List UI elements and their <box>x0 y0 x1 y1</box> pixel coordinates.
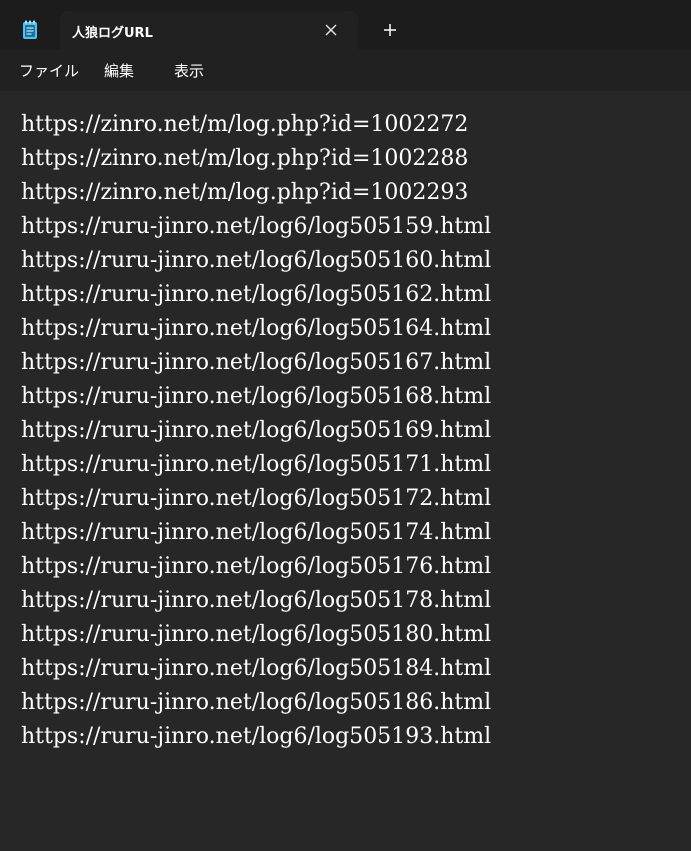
text-line: https://ruru-jinro.net/log6/log505178.ht… <box>21 588 492 613</box>
text-line: https://ruru-jinro.net/log6/log505168.ht… <box>21 384 492 409</box>
menu-edit[interactable]: 編集 <box>104 60 134 81</box>
text-line: https://ruru-jinro.net/log6/log505167.ht… <box>21 350 492 375</box>
text-line: https://ruru-jinro.net/log6/log505164.ht… <box>21 316 492 341</box>
menu-bar: ファイル 編集 表示 <box>0 49 691 91</box>
text-line: https://ruru-jinro.net/log6/log505193.ht… <box>21 724 492 749</box>
text-line: https://ruru-jinro.net/log6/log505159.ht… <box>21 214 492 239</box>
notepad-window: 人狼ログURL ファイル 編集 表示 https://zinro.net/m/l… <box>0 0 691 851</box>
text-line: https://ruru-jinro.net/log6/log505171.ht… <box>21 452 492 477</box>
text-line: https://zinro.net/m/log.php?id=1002293 <box>21 180 469 205</box>
text-content: https://zinro.net/m/log.php?id=1002272 h… <box>21 108 491 754</box>
text-line: https://ruru-jinro.net/log6/log505162.ht… <box>21 282 492 307</box>
menu-view[interactable]: 表示 <box>174 60 204 81</box>
close-icon[interactable] <box>322 21 340 39</box>
tab-active[interactable]: 人狼ログURL <box>60 11 358 49</box>
text-line: https://zinro.net/m/log.php?id=1002272 <box>21 112 469 137</box>
text-line: https://ruru-jinro.net/log6/log505176.ht… <box>21 554 492 579</box>
menu-file[interactable]: ファイル <box>19 60 79 81</box>
text-editor[interactable]: https://zinro.net/m/log.php?id=1002272 h… <box>0 91 691 851</box>
text-line: https://ruru-jinro.net/log6/log505184.ht… <box>21 656 492 681</box>
plus-icon[interactable] <box>381 21 399 39</box>
title-bar: 人狼ログURL <box>0 0 691 49</box>
text-line: https://ruru-jinro.net/log6/log505169.ht… <box>21 418 492 443</box>
text-line: https://ruru-jinro.net/log6/log505172.ht… <box>21 486 492 511</box>
text-line: https://zinro.net/m/log.php?id=1002288 <box>21 146 469 171</box>
tab-title: 人狼ログURL <box>72 26 153 41</box>
text-line: https://ruru-jinro.net/log6/log505180.ht… <box>21 622 492 647</box>
text-line: https://ruru-jinro.net/log6/log505174.ht… <box>21 520 492 545</box>
notepad-icon <box>23 20 37 39</box>
text-line: https://ruru-jinro.net/log6/log505160.ht… <box>21 248 492 273</box>
text-line: https://ruru-jinro.net/log6/log505186.ht… <box>21 690 492 715</box>
